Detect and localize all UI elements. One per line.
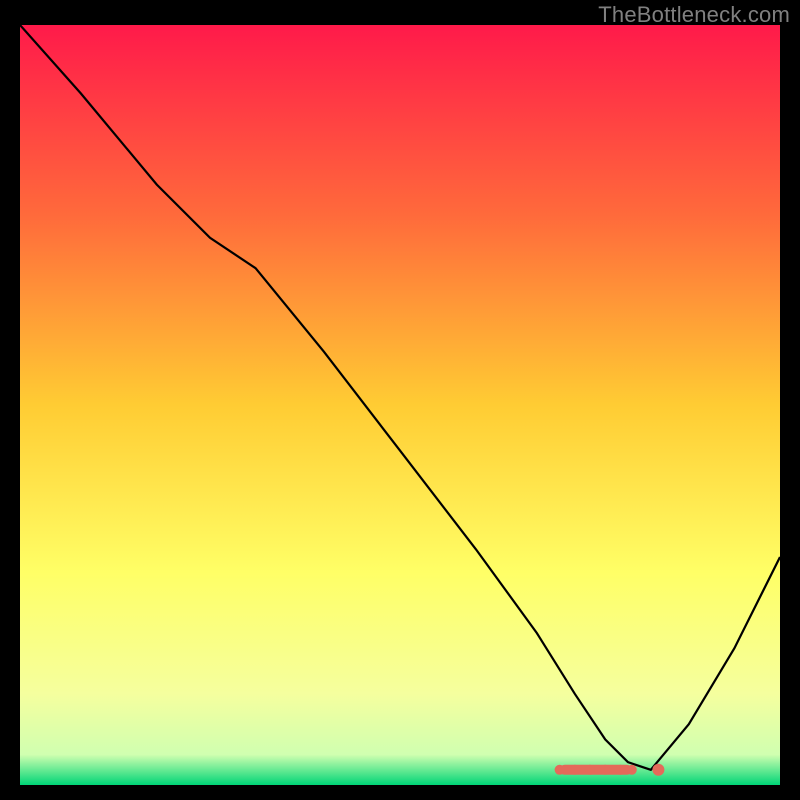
- marker-point: [615, 765, 625, 775]
- marker-point: [652, 764, 664, 776]
- marker-point: [555, 765, 565, 775]
- marker-point: [600, 765, 610, 775]
- watermark-label: TheBottleneck.com: [598, 2, 790, 28]
- plot-area: [20, 25, 780, 785]
- chart-svg: [20, 25, 780, 785]
- chart-container: TheBottleneck.com: [0, 0, 800, 800]
- marker-point: [585, 765, 595, 775]
- gradient-background: [20, 25, 780, 785]
- marker-point: [570, 765, 580, 775]
- marker-point: [627, 765, 637, 775]
